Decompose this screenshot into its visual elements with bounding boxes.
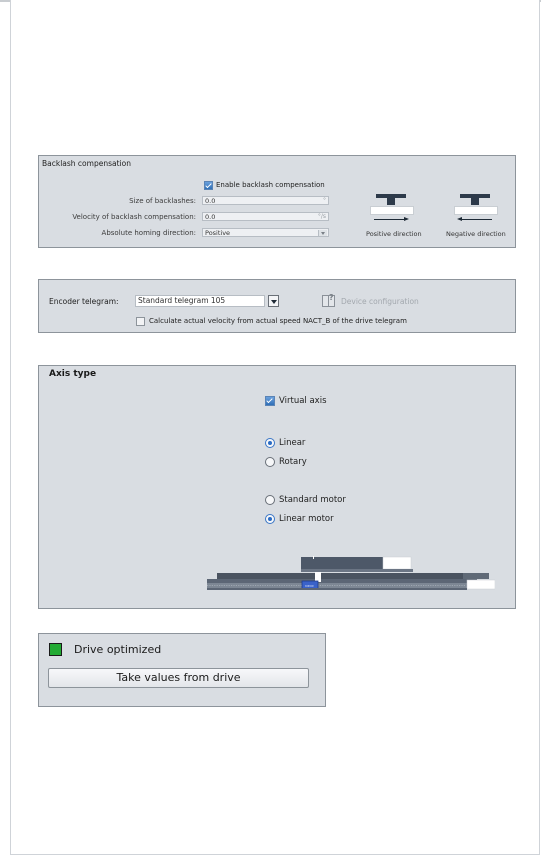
rotary-radio[interactable] [265,457,275,467]
homing-value: Positive [205,229,231,237]
device-config-icon[interactable]: ? [322,293,335,307]
chevron-down-icon [318,230,327,236]
linear-motor-illustration: ▭▭ [207,556,495,590]
homing-direction-select[interactable]: Positive [202,228,329,237]
standard-motor-label: Standard motor [279,495,346,505]
size-of-backlashes-label: Size of backlashes: [129,197,196,205]
rotary-label: Rotary [279,457,307,467]
velocity-unit: °/s [317,213,326,220]
take-values-label: Take values from drive [116,671,241,684]
drive-optimized-label: Drive optimized [74,643,162,656]
axis-type-title: Axis type [49,369,97,379]
virtual-axis-label: Virtual axis [279,396,327,406]
velocity-value: 0.0 [205,213,216,221]
drive-panel: Drive optimized Take values from drive [38,633,326,707]
encoder-telegram-value: Standard telegram 105 [138,296,226,305]
backlash-title: Backlash compensation [42,159,131,168]
linear-label: Linear [279,438,306,448]
drive-status-indicator [49,643,62,656]
encoder-telegram-label: Encoder telegram: [49,297,119,306]
size-of-backlashes-field[interactable]: 0.0 ° [202,196,329,205]
encoder-panel: Encoder telegram: Standard telegram 105 … [38,279,516,333]
linear-motor-radio[interactable] [265,514,275,524]
negative-direction-caption: Negative direction [446,230,506,238]
homing-direction-label: Absolute homing direction: [101,229,196,237]
take-values-button[interactable]: Take values from drive [48,668,309,688]
velocity-backlash-label: Velocity of backlash compensation: [72,213,196,221]
size-unit: ° [323,197,326,204]
calc-velocity-checkbox[interactable] [136,317,145,326]
chevron-down-icon [271,300,277,304]
linear-radio[interactable] [265,438,275,448]
virtual-axis-checkbox[interactable] [265,396,275,406]
calc-velocity-label: Calculate actual velocity from actual sp… [149,317,407,325]
device-config-label[interactable]: Device configuration [341,297,419,306]
negative-direction-icon [452,194,498,224]
enable-backlash-label: Enable backlash compensation [216,181,325,189]
encoder-telegram-select[interactable]: Standard telegram 105 [135,295,265,307]
positive-direction-icon [368,194,414,224]
axis-type-panel: Axis type Virtual axis Linear Rotary Sta… [38,365,516,609]
backlash-panel: Backlash compensation Enable backlash co… [38,155,516,248]
standard-motor-radio[interactable] [265,495,275,505]
velocity-backlash-field[interactable]: 0.0 °/s [202,212,329,221]
encoder-dropdown-button[interactable] [268,295,279,307]
linear-motor-label: Linear motor [279,514,334,524]
positive-direction-caption: Positive direction [366,230,422,238]
enable-backlash-checkbox[interactable] [204,181,213,190]
size-value: 0.0 [205,197,216,205]
